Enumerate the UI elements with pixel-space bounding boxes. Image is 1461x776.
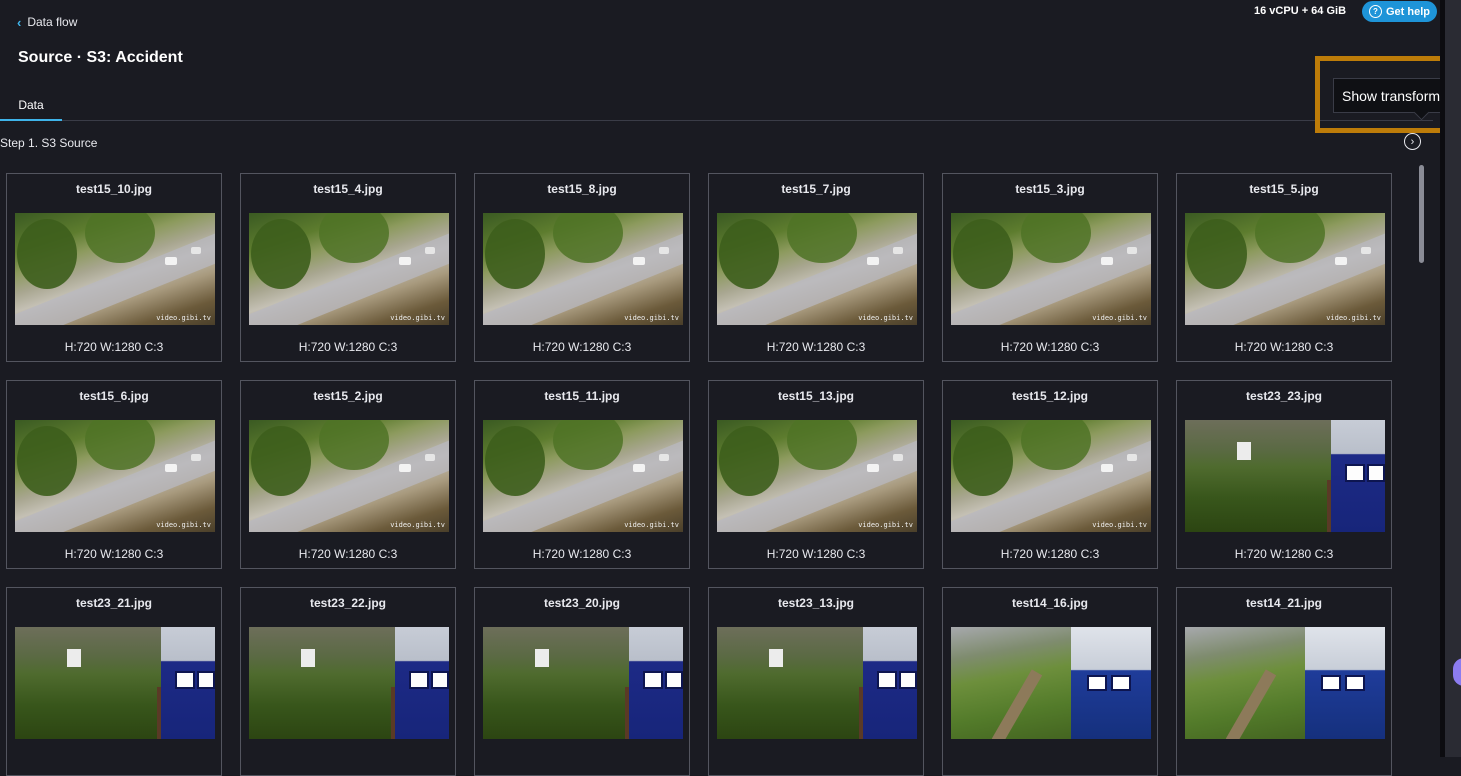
image-dimensions: H:720 W:1280 C:3	[1000, 340, 1100, 354]
show-transforms-button[interactable]: ›	[1404, 133, 1421, 150]
scrollbar-thumb[interactable]	[1419, 165, 1424, 263]
image-card[interactable]: test23_13.jpg	[708, 587, 924, 776]
thumbnail-watermark: video.gibi.tv	[624, 521, 679, 529]
image-card[interactable]: test23_20.jpg	[474, 587, 690, 776]
image-card[interactable]: test15_4.jpg video.gibi.tv H:720 W:1280 C:…	[240, 173, 456, 362]
instance-resources: 16 vCPU + 64 GiB	[1254, 5, 1347, 17]
thumbnail-watermark: video.gibi.tv	[1092, 521, 1147, 529]
image-thumbnail: video.gibi.tv	[951, 420, 1151, 532]
image-filename: test15_11.jpg	[544, 389, 620, 403]
image-card[interactable]: test15_8.jpg video.gibi.tv H:720 W:1280 C:…	[474, 173, 690, 362]
image-card[interactable]: test15_5.jpg video.gibi.tv H:720 W:1280 C:…	[1176, 173, 1392, 362]
image-filename: test15_4.jpg	[313, 182, 383, 196]
image-dimensions: H:720 W:1280 C:3	[1000, 547, 1100, 561]
image-dimensions: H:720 W:1280 C:3	[532, 547, 632, 561]
image-thumbnail	[483, 627, 683, 739]
image-filename: test15_12.jpg	[1011, 389, 1089, 403]
chevron-left-icon: ‹	[17, 14, 22, 30]
image-card[interactable]: test15_6.jpg video.gibi.tv H:720 W:1280 C:…	[6, 380, 222, 569]
image-thumbnail	[1185, 420, 1385, 532]
question-icon: ?	[1368, 5, 1382, 18]
image-dimensions: H:720 W:1280 C:3	[1234, 340, 1334, 354]
image-card[interactable]: test14_21.jpg	[1176, 587, 1392, 776]
image-card[interactable]: test14_16.jpg	[942, 587, 1158, 776]
image-thumbnail: video.gibi.tv	[717, 420, 917, 532]
thumbnail-watermark: video.gibi.tv	[156, 521, 211, 529]
image-filename: test15_5.jpg	[1249, 182, 1319, 196]
thumbnail-watermark: video.gibi.tv	[390, 314, 445, 322]
image-thumbnail: video.gibi.tv	[15, 420, 215, 532]
back-link-data-flow[interactable]: ‹ Data flow	[17, 15, 77, 29]
thumbnail-watermark: video.gibi.tv	[390, 521, 445, 529]
image-card[interactable]: test23_23.jpg H:720 W:1280 C:3	[1176, 380, 1392, 569]
image-filename: test15_13.jpg	[777, 389, 855, 403]
image-filename: test15_8.jpg	[547, 182, 617, 196]
image-filename: test23_20.jpg	[543, 596, 621, 610]
image-filename: test15_7.jpg	[781, 182, 851, 196]
image-filename: test14_16.jpg	[1011, 596, 1089, 610]
image-card[interactable]: test15_10.jpg video.gibi.tv H:720 W:1280 C…	[6, 173, 222, 362]
image-thumbnail	[1185, 627, 1385, 739]
image-thumbnail: video.gibi.tv	[483, 213, 683, 325]
tab-bar: Data	[0, 90, 1433, 121]
image-card[interactable]: test15_11.jpg video.gibi.tv H:720 W:1280 C…	[474, 380, 690, 569]
image-thumbnail: video.gibi.tv	[1185, 213, 1385, 325]
image-filename: test15_6.jpg	[79, 389, 149, 403]
image-dimensions: H:720 W:1280 C:3	[1234, 547, 1334, 561]
back-link-label: Data flow	[27, 15, 78, 29]
show-transforms-tooltip: Show transforms	[1333, 78, 1456, 113]
get-help-label: Get help	[1385, 5, 1430, 18]
tab-data-label: Data	[18, 98, 44, 112]
image-thumbnail: video.gibi.tv	[249, 213, 449, 325]
image-filename: test23_13.jpg	[777, 596, 855, 610]
get-help-button[interactable]: ? Get help	[1362, 1, 1437, 22]
image-dimensions: H:720 W:1280 C:3	[766, 547, 866, 561]
image-filename: test15_2.jpg	[313, 389, 383, 403]
page-title: Source · S3: Accident	[18, 49, 183, 66]
image-dimensions: H:720 W:1280 C:3	[766, 340, 866, 354]
tab-data[interactable]: Data	[0, 90, 62, 121]
image-filename: test23_23.jpg	[1245, 389, 1323, 403]
right-side-rail	[1440, 0, 1461, 757]
image-dimensions: H:720 W:1280 C:3	[298, 340, 398, 354]
thumbnail-watermark: video.gibi.tv	[1092, 314, 1147, 322]
image-thumbnail: video.gibi.tv	[483, 420, 683, 532]
image-thumbnail	[717, 627, 917, 739]
image-thumbnail: video.gibi.tv	[951, 213, 1151, 325]
image-filename: test15_10.jpg	[75, 182, 153, 196]
image-filename: test14_21.jpg	[1245, 596, 1323, 610]
image-card[interactable]: test15_3.jpg video.gibi.tv H:720 W:1280 C:…	[942, 173, 1158, 362]
image-filename: test15_3.jpg	[1015, 182, 1085, 196]
image-dimensions: H:720 W:1280 C:3	[532, 340, 632, 354]
step-label: Step 1. S3 Source	[0, 136, 98, 150]
image-filename: test23_22.jpg	[309, 596, 387, 610]
thumbnail-watermark: video.gibi.tv	[624, 314, 679, 322]
image-card[interactable]: test15_7.jpg video.gibi.tv H:720 W:1280 C:…	[708, 173, 924, 362]
image-dimensions: H:720 W:1280 C:3	[298, 547, 398, 561]
image-card[interactable]: test23_21.jpg	[6, 587, 222, 776]
image-card[interactable]: test15_13.jpg video.gibi.tv H:720 W:1280 C…	[708, 380, 924, 569]
image-thumbnail	[249, 627, 449, 739]
chevron-right-icon: ›	[1410, 135, 1415, 148]
image-thumbnail: video.gibi.tv	[15, 213, 215, 325]
image-card[interactable]: test23_22.jpg	[240, 587, 456, 776]
image-thumbnail	[951, 627, 1151, 739]
image-filename: test23_21.jpg	[75, 596, 153, 610]
image-thumbnail: video.gibi.tv	[249, 420, 449, 532]
thumbnail-watermark: video.gibi.tv	[156, 314, 211, 322]
thumbnail-watermark: video.gibi.tv	[858, 521, 913, 529]
image-thumbnail	[15, 627, 215, 739]
image-dimensions: H:720 W:1280 C:3	[64, 340, 164, 354]
thumbnail-watermark: video.gibi.tv	[1326, 314, 1381, 322]
image-dimensions: H:720 W:1280 C:3	[64, 547, 164, 561]
image-thumbnail: video.gibi.tv	[717, 213, 917, 325]
image-card[interactable]: test15_2.jpg video.gibi.tv H:720 W:1280 C:…	[240, 380, 456, 569]
thumbnail-watermark: video.gibi.tv	[858, 314, 913, 322]
image-card[interactable]: test15_12.jpg video.gibi.tv H:720 W:1280 C…	[942, 380, 1158, 569]
